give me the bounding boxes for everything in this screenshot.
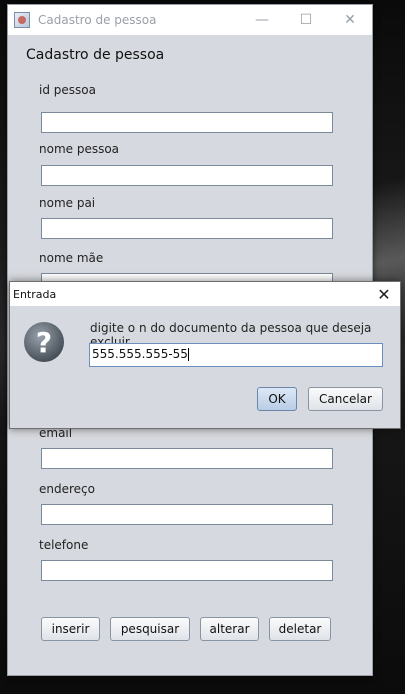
deletar-button[interactable]: deletar — [269, 617, 331, 641]
pesquisar-button[interactable]: pesquisar — [110, 617, 190, 641]
telefone-input[interactable] — [41, 560, 333, 581]
endereco-input[interactable] — [41, 504, 333, 525]
telefone-label: telefone — [39, 538, 89, 552]
nome-pessoa-label: nome pessoa — [39, 142, 120, 156]
email-input[interactable] — [41, 448, 333, 469]
input-dialog: Entrada ✕ ? digite o n do documento da p… — [9, 281, 401, 429]
maximize-button[interactable]: ☐ — [284, 5, 328, 35]
minimize-button[interactable]: — — [240, 5, 284, 35]
document-number-input[interactable]: 555.555.555-55 — [89, 343, 383, 367]
inserir-button[interactable]: inserir — [41, 617, 100, 641]
title-bar[interactable]: Cadastro de pessoa — ☐ ✕ — [8, 5, 372, 35]
endereco-label: endereço — [39, 482, 95, 496]
form-heading: Cadastro de pessoa — [26, 47, 165, 63]
alterar-button[interactable]: alterar — [200, 617, 259, 641]
nome-pai-input[interactable] — [41, 218, 333, 239]
ok-button[interactable]: OK — [257, 387, 297, 411]
id-pessoa-input[interactable] — [41, 112, 333, 133]
nome-pessoa-input[interactable] — [41, 165, 333, 186]
text-caret — [187, 348, 189, 361]
close-button[interactable]: ✕ — [328, 5, 372, 35]
dialog-title: Entrada — [13, 287, 57, 301]
java-app-icon — [14, 12, 30, 28]
document-number-value: 555.555.555-55 — [92, 347, 188, 361]
nome-pai-label: nome pai — [39, 196, 96, 210]
dialog-close-button[interactable]: ✕ — [374, 284, 394, 304]
dialog-title-bar[interactable]: Entrada ✕ — [10, 282, 400, 306]
window-title: Cadastro de pessoa — [38, 13, 157, 27]
id-pessoa-label: id pessoa — [39, 83, 96, 97]
nome-mae-label: nome mãe — [39, 251, 104, 265]
cancel-button[interactable]: Cancelar — [308, 387, 383, 411]
question-icon: ? — [24, 322, 64, 362]
